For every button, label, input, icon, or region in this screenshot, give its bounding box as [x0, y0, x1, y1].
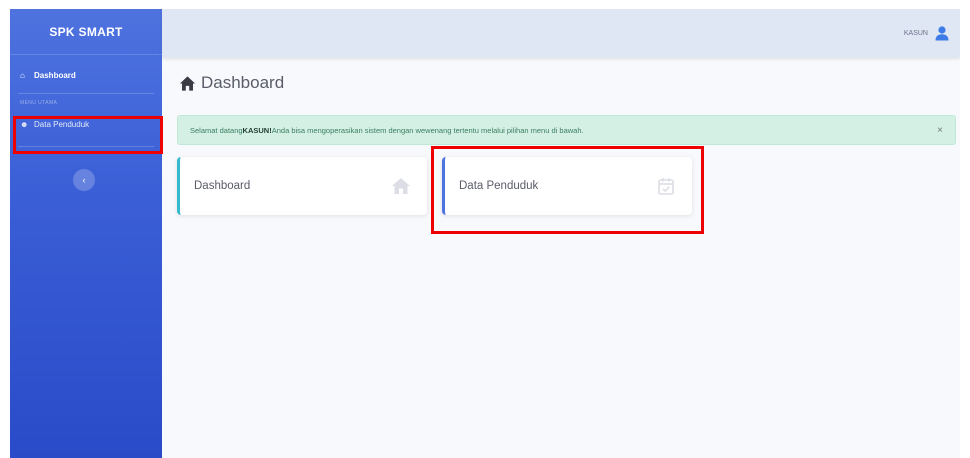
card-label: Dashboard	[194, 180, 251, 192]
topbar: KASUN	[162, 9, 960, 57]
page-title-text: Dashboard	[201, 73, 285, 92]
dashboard-card[interactable]: Dashboard	[177, 157, 427, 215]
sidebar-divider	[18, 146, 154, 147]
user-name: KASUN	[903, 29, 928, 37]
user-menu[interactable]: KASUN	[904, 9, 950, 57]
home-icon	[179, 75, 196, 91]
alert-suffix: Anda bisa mengoperasikan sistem dengan w…	[271, 125, 584, 135]
sidebar-toggle-button[interactable]: ‹	[73, 169, 95, 191]
brand-title[interactable]: SPK SMART	[10, 9, 162, 55]
sidebar-item-label: Dashboard	[34, 70, 76, 80]
sidebar: SPK SMART ⌂ Dashboard MENU UTAMA ☻ Data …	[10, 9, 162, 458]
users-icon: ☻	[20, 119, 29, 129]
chevron-left-icon: ‹	[82, 175, 86, 185]
home-icon	[392, 178, 410, 194]
calendar-check-icon	[658, 178, 674, 195]
page-title: Dashboard	[179, 73, 284, 93]
sidebar-item-dashboard[interactable]: ⌂ Dashboard	[10, 63, 162, 87]
sidebar-heading: MENU UTAMA	[20, 100, 58, 106]
app-frame: SPK SMART ⌂ Dashboard MENU UTAMA ☻ Data …	[10, 9, 960, 458]
alert-user: KASUN!	[242, 125, 272, 135]
sidebar-item-label: Data Penduduk	[34, 119, 90, 129]
sidebar-divider	[18, 93, 154, 94]
data-penduduk-card[interactable]: Data Penduduk	[442, 157, 692, 215]
sidebar-item-data-penduduk[interactable]: ☻ Data Penduduk	[10, 112, 162, 136]
card-label: Data Penduduk	[459, 180, 539, 192]
alert-prefix: Selamat datang	[190, 125, 243, 135]
home-icon: ⌂	[20, 70, 25, 80]
main-content: Dashboard Selamat datang KASUN! Anda bis…	[162, 57, 960, 458]
welcome-alert: Selamat datang KASUN! Anda bisa mengoper…	[177, 115, 956, 145]
user-icon	[935, 26, 949, 41]
close-icon[interactable]: ×	[937, 125, 943, 136]
